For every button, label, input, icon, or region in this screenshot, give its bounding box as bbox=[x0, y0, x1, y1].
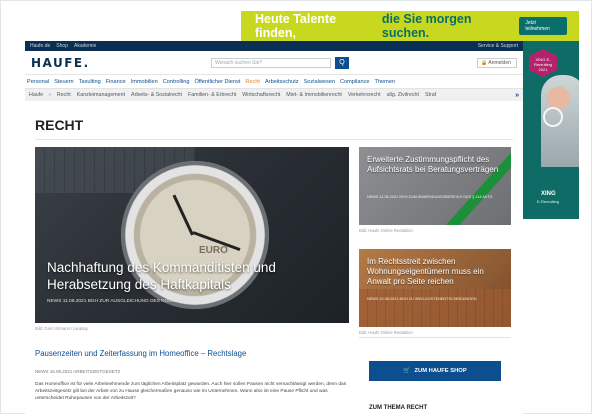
nav-item-compliance[interactable]: Compliance bbox=[340, 79, 370, 85]
secondary-nav: Haufe › Recht Kanzleimanagement Arbeits-… bbox=[25, 89, 523, 101]
article-title[interactable]: Pausenzeiten und Zeiterfassung im Homeof… bbox=[35, 349, 246, 358]
teaser-caption: Bild: Haufe Online Redaktion bbox=[359, 228, 413, 233]
search-button[interactable]: Q bbox=[335, 57, 349, 69]
chevron-right-icon[interactable]: » bbox=[515, 92, 519, 99]
ad-glasses-graphic bbox=[543, 107, 563, 127]
haufe-logo[interactable]: HAUFE. bbox=[31, 56, 90, 70]
nav-item-controlling[interactable]: Controlling bbox=[163, 79, 190, 85]
ad-brand: XING bbox=[541, 191, 556, 197]
teaser-caption: Bild: Haufe Online Redaktion bbox=[359, 330, 413, 335]
teaser-title[interactable]: Im Rechtsstreit zwischen Wohnungseigentü… bbox=[367, 257, 505, 287]
subnav-mietrecht[interactable]: Miet- & Immobilienrecht bbox=[286, 92, 342, 98]
cart-icon: 🛒 bbox=[403, 368, 411, 374]
teaser-meta: NEWS 10.08.2021 BGH ZU WEG-KOSTENENTSCHE… bbox=[367, 297, 477, 301]
breadcrumb-separator: › bbox=[49, 92, 51, 98]
search-input[interactable]: Wonach suchen Sie? bbox=[211, 58, 331, 68]
sidebar-section-label: ZUM THEMA RECHT bbox=[369, 405, 428, 411]
sidebar-divider bbox=[359, 337, 511, 338]
nav-item-finance[interactable]: Finance bbox=[106, 79, 126, 85]
subnav-wirtschaftsrecht[interactable]: Wirtschaftsrecht bbox=[242, 92, 280, 98]
site-header: HAUFE. Wonach suchen Sie? Q 🔒 Anmelden bbox=[25, 51, 523, 75]
article-body: Das Homeoffice ist für viele Arbeitnehme… bbox=[35, 382, 347, 401]
clock-euro-text: EURO bbox=[199, 245, 228, 256]
subnav-kanzleimanagement[interactable]: Kanzleimanagement bbox=[77, 92, 125, 98]
breadcrumb-recht[interactable]: Recht bbox=[57, 92, 71, 98]
nav-item-oeffentlicher-dienst[interactable]: Öffentlicher Dienst bbox=[194, 79, 240, 85]
nav-item-arbeitsschutz[interactable]: Arbeitsschutz bbox=[265, 79, 299, 85]
subnav-arbeitsrecht[interactable]: Arbeits- & Sozialrecht bbox=[131, 92, 182, 98]
nav-item-themen[interactable]: Themen bbox=[375, 79, 396, 85]
main-content: RECHT EURO Nachhaftung des Kommanditiste… bbox=[25, 101, 523, 414]
teaser-card[interactable]: Im Rechtsstreit zwischen Wohnungseigentü… bbox=[359, 249, 511, 327]
hero-title[interactable]: Nachhaftung des Kommanditisten und Herab… bbox=[47, 259, 343, 293]
login-label: Anmelden bbox=[488, 60, 511, 66]
roof-graphic bbox=[359, 289, 511, 327]
nav-item-sozialwesen[interactable]: Sozialwesen bbox=[304, 79, 335, 85]
nav-item-taxulting[interactable]: Taxulting bbox=[79, 79, 101, 85]
top-utility-bar: Haufe.de Shop Akademie Service & Support bbox=[25, 41, 523, 51]
utility-link-akademie[interactable]: Akademie bbox=[74, 43, 96, 49]
hero-article[interactable]: EURO Nachhaftung des Kommanditisten und … bbox=[35, 147, 349, 323]
teaser-title[interactable]: Erweiterte Zustimmungspflicht des Aufsic… bbox=[367, 155, 505, 175]
subnav-familienrecht[interactable]: Familien- & Erbrecht bbox=[188, 92, 236, 98]
subnav-zivilrecht[interactable]: allg. Zivilrecht bbox=[387, 92, 419, 98]
shop-button[interactable]: 🛒 ZUM HAUFE SHOP bbox=[369, 361, 501, 381]
nav-item-recht[interactable]: Recht bbox=[245, 79, 260, 85]
nav-item-steuern[interactable]: Steuern bbox=[54, 79, 74, 85]
ad-headline-white: Heute Talente finden, bbox=[255, 12, 337, 40]
page-frame: Heute Talente finden, die Sie morgen suc… bbox=[0, 0, 592, 414]
subnav-verkehrsrecht[interactable]: Verkehrsrecht bbox=[348, 92, 381, 98]
utility-link-haufe[interactable]: Haufe.de bbox=[30, 43, 50, 49]
ad-banner-right[interactable]: XING E-Recruiting 2021 XING E-Recruiting bbox=[523, 41, 579, 219]
primary-nav: Personal Steuern Taxulting Finance Immob… bbox=[25, 75, 523, 89]
clock-hour-hand bbox=[172, 194, 194, 236]
teaser-card[interactable]: Erweiterte Zustimmungspflicht des Aufsic… bbox=[359, 147, 511, 225]
article-meta: NEWS 16.08.2021 ARBEITSZEITGESETZ bbox=[35, 369, 121, 374]
utility-link-service[interactable]: Service & Support bbox=[478, 43, 518, 49]
ad-brand-sub: E-Recruiting bbox=[537, 199, 560, 204]
nav-item-immobilien[interactable]: Immobilien bbox=[131, 79, 158, 85]
subnav-strafrecht[interactable]: Straf bbox=[425, 92, 436, 98]
hero-meta: NEWS 11.08.2021 BGH ZUR AUSGLEICHUNG DES… bbox=[47, 299, 205, 304]
utility-link-shop[interactable]: Shop bbox=[56, 43, 68, 49]
ad-banner-top[interactable]: Heute Talente finden, die Sie morgen suc… bbox=[241, 11, 579, 41]
login-button[interactable]: 🔒 Anmelden bbox=[477, 58, 517, 68]
teaser-meta: NEWS 11.08.2021 BGH ZUM ANWENDUNGSBEREIC… bbox=[367, 195, 493, 199]
ad-headline-teal: die Sie morgen suchen. bbox=[381, 12, 472, 40]
ad-badge: XING E-Recruiting 2021 bbox=[529, 49, 557, 77]
nav-item-personal[interactable]: Personal bbox=[27, 79, 49, 85]
page-title: RECHT bbox=[35, 117, 84, 133]
search-icon: Q bbox=[339, 59, 345, 66]
hero-caption: Bild: Gerri Altmann / pixabay bbox=[35, 326, 88, 331]
shop-button-label: ZUM HAUFE SHOP bbox=[414, 368, 467, 374]
ad-cta-button[interactable]: Jetzt teilnehmen bbox=[519, 17, 567, 35]
title-divider bbox=[35, 139, 513, 140]
breadcrumb-haufe[interactable]: Haufe bbox=[29, 92, 43, 98]
lock-icon: 🔒 bbox=[481, 60, 488, 66]
